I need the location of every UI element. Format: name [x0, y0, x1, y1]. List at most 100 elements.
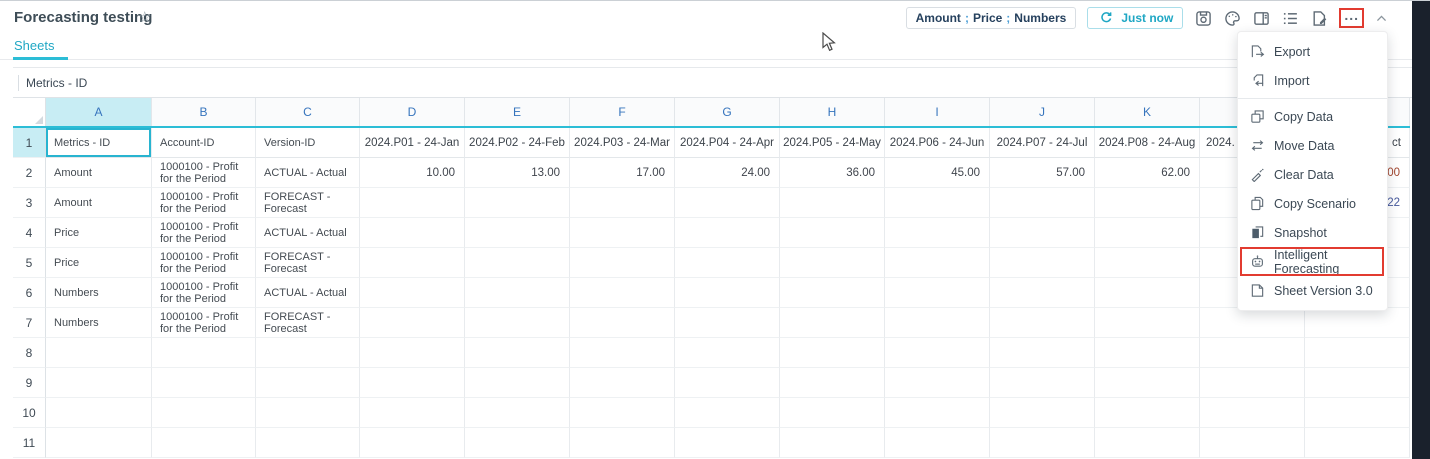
- cell[interactable]: [360, 218, 465, 248]
- cell[interactable]: [780, 368, 885, 398]
- header-cell[interactable]: 2024.P01 - 24-Jan: [360, 128, 465, 158]
- cell[interactable]: [675, 188, 780, 218]
- menu-item-snapshot[interactable]: Snapshot: [1238, 218, 1387, 247]
- cell[interactable]: [570, 218, 675, 248]
- cell[interactable]: [990, 218, 1095, 248]
- cell[interactable]: [780, 398, 885, 428]
- cell[interactable]: Numbers: [46, 278, 152, 308]
- cell[interactable]: [1095, 398, 1200, 428]
- cell[interactable]: [675, 278, 780, 308]
- cell[interactable]: Price: [46, 218, 152, 248]
- column-letter-J[interactable]: J: [990, 98, 1095, 126]
- cell[interactable]: [1095, 218, 1200, 248]
- row-number-6[interactable]: 6: [13, 278, 46, 308]
- cell[interactable]: FORECAST - Forecast: [256, 308, 360, 338]
- menu-item-sheet-version[interactable]: Sheet Version 3.0: [1238, 276, 1387, 305]
- header-cell[interactable]: 2024.P04 - 24-Apr: [675, 128, 780, 158]
- cell[interactable]: [360, 428, 465, 458]
- cell[interactable]: [885, 428, 990, 458]
- cell[interactable]: [570, 428, 675, 458]
- header-cell[interactable]: 2024.P07 - 24-Jul: [990, 128, 1095, 158]
- cell[interactable]: [1095, 278, 1200, 308]
- cell[interactable]: 17.00: [570, 158, 675, 188]
- cell[interactable]: [1200, 308, 1305, 338]
- cell[interactable]: 57.00: [990, 158, 1095, 188]
- cell[interactable]: [465, 278, 570, 308]
- cell[interactable]: [465, 248, 570, 278]
- cell[interactable]: Amount: [46, 158, 152, 188]
- cell[interactable]: [675, 248, 780, 278]
- cell[interactable]: [1095, 308, 1200, 338]
- cell[interactable]: [465, 188, 570, 218]
- cell[interactable]: Numbers: [46, 308, 152, 338]
- cell[interactable]: [1200, 398, 1305, 428]
- menu-item-clear-data[interactable]: Clear Data: [1238, 160, 1387, 189]
- cell[interactable]: [780, 248, 885, 278]
- column-letter-H[interactable]: H: [780, 98, 885, 126]
- menu-item-export[interactable]: Export: [1238, 37, 1387, 66]
- cell[interactable]: [990, 188, 1095, 218]
- header-cell[interactable]: 2024.P06 - 24-Jun: [885, 128, 990, 158]
- refresh-button[interactable]: Just now: [1087, 7, 1183, 29]
- header-cell[interactable]: 2024.P02 - 24-Feb: [465, 128, 570, 158]
- tab-sheets[interactable]: Sheets: [14, 38, 54, 59]
- cell[interactable]: [152, 398, 256, 428]
- cell[interactable]: [256, 428, 360, 458]
- cell[interactable]: 36.00: [780, 158, 885, 188]
- cell[interactable]: [1095, 428, 1200, 458]
- cell[interactable]: [675, 338, 780, 368]
- column-letter-G[interactable]: G: [675, 98, 780, 126]
- column-letter-I[interactable]: I: [885, 98, 990, 126]
- cell[interactable]: [1200, 368, 1305, 398]
- menu-item-copy-data[interactable]: Copy Data: [1238, 102, 1387, 131]
- cell[interactable]: [360, 398, 465, 428]
- cell[interactable]: [360, 368, 465, 398]
- menu-item-import[interactable]: Import: [1238, 66, 1387, 95]
- cell[interactable]: ACTUAL - Actual: [256, 158, 360, 188]
- cell[interactable]: [152, 368, 256, 398]
- column-letter-E[interactable]: E: [465, 98, 570, 126]
- cell[interactable]: [1095, 188, 1200, 218]
- cell[interactable]: [780, 278, 885, 308]
- row-number-11[interactable]: 11: [13, 428, 46, 458]
- cell[interactable]: [570, 308, 675, 338]
- cell[interactable]: 1000100 - Profit for the Period: [152, 188, 256, 218]
- star-icon[interactable]: ☆: [138, 8, 151, 26]
- cell[interactable]: 45.00: [885, 158, 990, 188]
- cell[interactable]: [885, 248, 990, 278]
- cell[interactable]: [465, 218, 570, 248]
- cell[interactable]: [360, 308, 465, 338]
- more-options-button[interactable]: ...: [1339, 8, 1364, 28]
- cell[interactable]: [675, 428, 780, 458]
- cell[interactable]: [885, 278, 990, 308]
- cell[interactable]: [990, 428, 1095, 458]
- cell[interactable]: [675, 218, 780, 248]
- cell[interactable]: [570, 368, 675, 398]
- cell[interactable]: [360, 188, 465, 218]
- cell[interactable]: [780, 218, 885, 248]
- cell[interactable]: [46, 398, 152, 428]
- cell[interactable]: 1000100 - Profit for the Period: [152, 308, 256, 338]
- panel-icon[interactable]: [1252, 9, 1270, 27]
- cell[interactable]: FORECAST - Forecast: [256, 188, 360, 218]
- cell[interactable]: [570, 338, 675, 368]
- header-cell[interactable]: Account-ID: [152, 128, 256, 158]
- cell[interactable]: 10.00: [360, 158, 465, 188]
- cell[interactable]: [465, 428, 570, 458]
- cell[interactable]: [1305, 368, 1410, 398]
- row-number-9[interactable]: 9: [13, 368, 46, 398]
- cell[interactable]: [570, 278, 675, 308]
- row-number-2[interactable]: 2: [13, 158, 46, 188]
- cell[interactable]: [885, 308, 990, 338]
- row-number-3[interactable]: 3: [13, 188, 46, 218]
- cell[interactable]: [780, 308, 885, 338]
- cell[interactable]: [990, 338, 1095, 368]
- cell[interactable]: [675, 308, 780, 338]
- cell[interactable]: [1200, 338, 1305, 368]
- cell[interactable]: ACTUAL - Actual: [256, 278, 360, 308]
- cell[interactable]: [1305, 338, 1410, 368]
- cell[interactable]: [152, 338, 256, 368]
- row-number-4[interactable]: 4: [13, 218, 46, 248]
- cell[interactable]: [780, 428, 885, 458]
- cell[interactable]: [465, 368, 570, 398]
